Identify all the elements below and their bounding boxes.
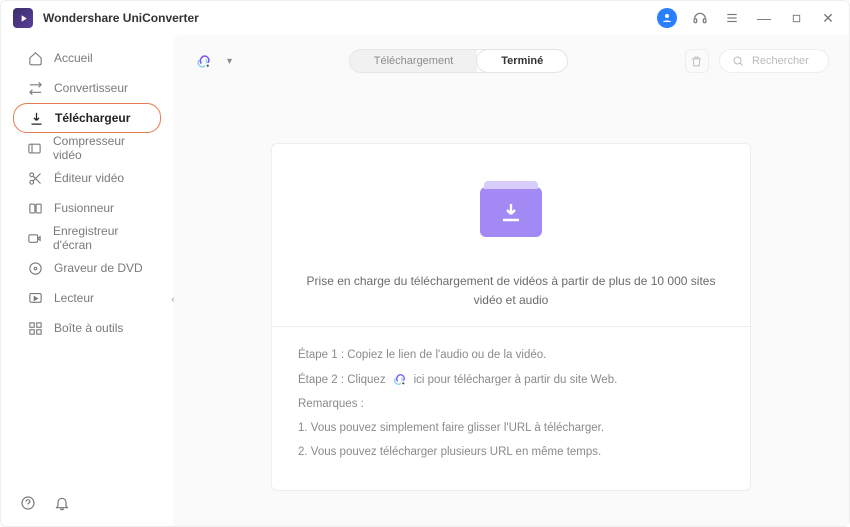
sidebar-item-label: Graveur de DVD	[54, 261, 143, 275]
compressor-icon	[27, 140, 42, 156]
step1: Étape 1 : Copiez le lien de l'audio ou d…	[298, 343, 724, 367]
window-minimize-button[interactable]: —	[755, 9, 773, 27]
account-avatar[interactable]	[657, 8, 677, 28]
sidebar-item-label: Enregistreur d'écran	[53, 224, 147, 252]
window-close-button[interactable]: ✕	[819, 9, 837, 27]
divider	[272, 326, 750, 327]
instructions: Étape 1 : Copiez le lien de l'audio ou d…	[298, 343, 724, 464]
toolbar: ▾ Téléchargement Terminé Rechercher	[193, 49, 829, 73]
chevron-down-icon[interactable]: ▾	[227, 56, 232, 67]
sidebar-item-recorder[interactable]: Enregistreur d'écran	[13, 223, 161, 253]
step2: Étape 2 : Cliquez ici pour télécharger à…	[298, 368, 724, 392]
sidebar-item-home[interactable]: Accueil	[13, 43, 161, 73]
sidebar-item-label: Téléchargeur	[55, 111, 130, 125]
illustration	[298, 166, 724, 258]
disc-icon	[27, 260, 43, 276]
search-placeholder: Rechercher	[752, 55, 809, 67]
sidebar-item-label: Lecteur	[54, 291, 94, 305]
sidebar-item-label: Éditeur vidéo	[54, 171, 124, 185]
tab-finished[interactable]: Terminé	[477, 50, 567, 72]
sidebar-item-player[interactable]: Lecteur	[13, 283, 161, 313]
sidebar-item-label: Convertisseur	[54, 81, 128, 95]
download-folder-icon	[480, 187, 542, 237]
sidebar-item-editor[interactable]: Éditeur vidéo	[13, 163, 161, 193]
app-logo	[13, 8, 33, 28]
delete-button[interactable]	[685, 49, 709, 73]
play-icon	[27, 290, 43, 306]
app-window: Wondershare UniConverter — ✕ Accueil	[0, 0, 850, 527]
download-icon	[28, 110, 44, 126]
empty-state-panel: Prise en charge du téléchargement de vid…	[271, 143, 751, 491]
sidebar-item-compressor[interactable]: Compresseur vidéo	[13, 133, 161, 163]
sidebar-item-downloader[interactable]: Téléchargeur	[13, 103, 161, 133]
sidebar-collapse-handle[interactable]: ‹	[167, 287, 179, 311]
window-maximize-button[interactable]	[787, 9, 805, 27]
sidebar-item-label: Fusionneur	[54, 201, 114, 215]
sidebar-item-label: Compresseur vidéo	[53, 134, 147, 162]
merge-icon	[27, 200, 43, 216]
sidebar-item-merger[interactable]: Fusionneur	[13, 193, 161, 223]
tabs: Téléchargement Terminé	[349, 49, 568, 73]
recorder-icon	[27, 230, 42, 246]
sidebar-item-dvd[interactable]: Graveur de DVD	[13, 253, 161, 283]
tab-downloading[interactable]: Téléchargement	[350, 50, 478, 72]
titlebar: Wondershare UniConverter — ✕	[1, 1, 849, 35]
main-content: ▾ Téléchargement Terminé Rechercher	[173, 35, 849, 526]
app-title: Wondershare UniConverter	[43, 11, 199, 25]
sidebar-item-converter[interactable]: Convertisseur	[13, 73, 161, 103]
paste-url-icon	[392, 372, 408, 388]
home-icon	[27, 50, 43, 66]
note2: 2. Vous pouvez télécharger plusieurs URL…	[298, 440, 724, 464]
paste-url-button[interactable]	[193, 51, 213, 71]
help-icon[interactable]	[19, 494, 37, 512]
sidebar-item-toolbox[interactable]: Boîte à outils	[13, 313, 161, 343]
search-input[interactable]: Rechercher	[719, 49, 829, 73]
converter-icon	[27, 80, 43, 96]
grid-icon	[27, 320, 43, 336]
scissors-icon	[27, 170, 43, 186]
menu-icon[interactable]	[723, 9, 741, 27]
sidebar: Accueil Convertisseur Téléchargeur Compr…	[1, 35, 173, 526]
sidebar-item-label: Boîte à outils	[54, 321, 123, 335]
search-icon	[732, 55, 744, 67]
support-icon[interactable]	[691, 9, 709, 27]
sidebar-item-label: Accueil	[54, 51, 93, 65]
bell-icon[interactable]	[53, 494, 71, 512]
notes-heading: Remarques :	[298, 392, 724, 416]
tagline: Prise en charge du téléchargement de vid…	[298, 272, 724, 310]
note1: 1. Vous pouvez simplement faire glisser …	[298, 416, 724, 440]
